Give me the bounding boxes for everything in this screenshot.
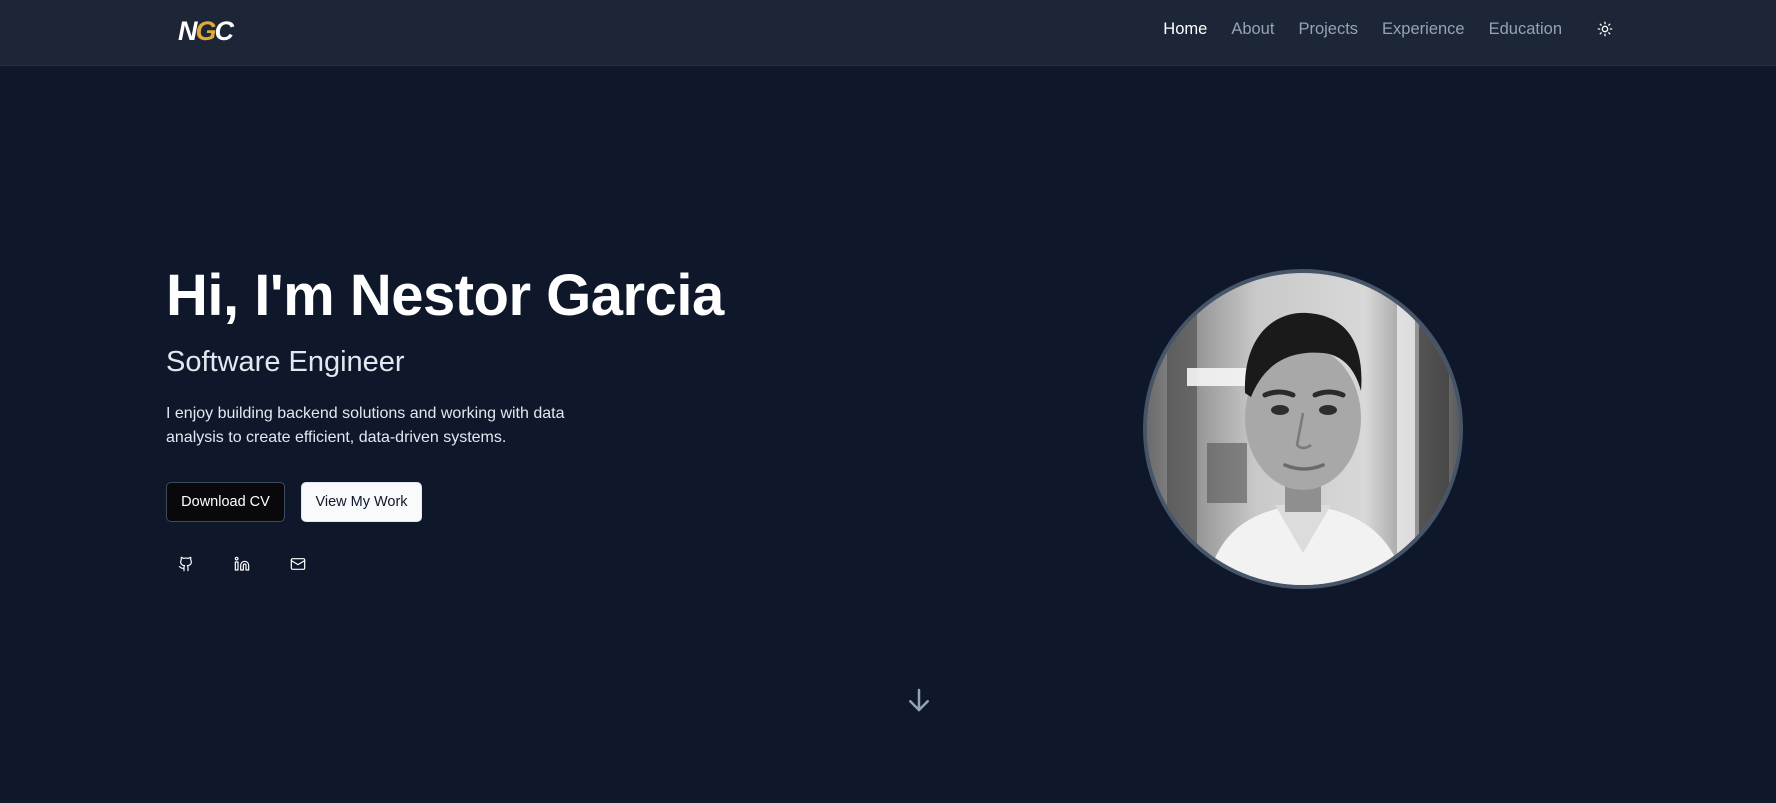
profile-photo (1143, 269, 1463, 589)
hero-subtitle: Software Engineer (166, 346, 405, 378)
github-icon (178, 556, 192, 572)
logo-letter-c: C (214, 15, 234, 46)
nav-item-home[interactable]: Home (1163, 20, 1207, 39)
hero-buttons: Download CV View My Work (166, 482, 786, 522)
nav-item-about[interactable]: About (1231, 20, 1274, 39)
logo-letter-g: G (195, 15, 217, 46)
theme-toggle-button[interactable] (1594, 18, 1616, 40)
sun-icon (1597, 21, 1613, 37)
hero-title: Hi, I'm Nestor Garcia (166, 263, 724, 328)
nav-item-education[interactable]: Education (1489, 20, 1562, 39)
navbar: NGC Home About Projects Experience Educa… (0, 0, 1776, 66)
hero-description: I enjoy building backend solutions and w… (166, 405, 565, 446)
hero-section: Hi, I'm Nestor Garcia Software Engineer … (166, 258, 786, 576)
download-cv-button[interactable]: Download CV (166, 482, 285, 522)
github-link[interactable] (174, 552, 198, 576)
arrow-down-icon (909, 688, 929, 712)
profile-photo-illustration (1147, 273, 1459, 585)
scroll-down-button[interactable] (903, 684, 935, 716)
email-link[interactable] (286, 552, 310, 576)
mail-icon (290, 558, 306, 570)
logo-letter-n: N (178, 15, 197, 46)
nav-item-experience[interactable]: Experience (1382, 20, 1465, 39)
linkedin-icon (234, 556, 250, 571)
nav-item-projects[interactable]: Projects (1298, 20, 1358, 39)
logo[interactable]: NGC (178, 15, 234, 47)
view-my-work-button[interactable]: View My Work (301, 482, 422, 522)
social-links (174, 552, 786, 576)
nav-menu: Home About Projects Experience Education (1139, 0, 1616, 58)
linkedin-link[interactable] (230, 552, 254, 576)
